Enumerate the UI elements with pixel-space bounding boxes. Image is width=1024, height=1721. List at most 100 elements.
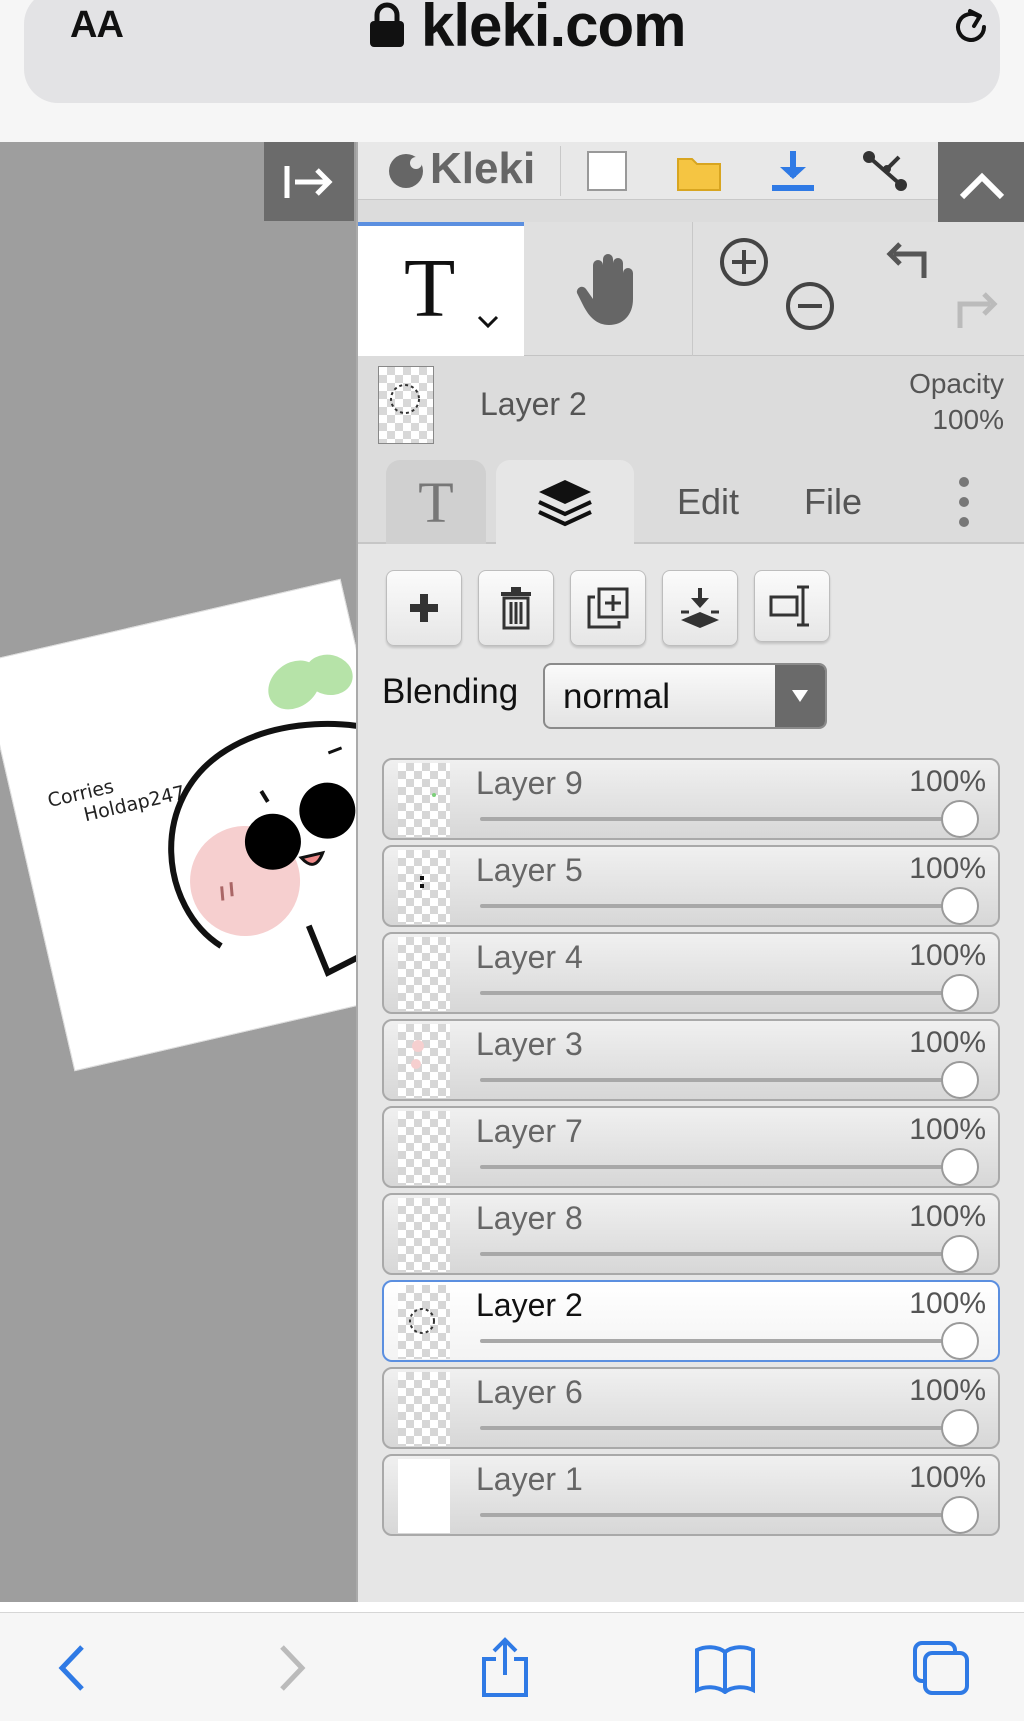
- layer-thumbnail: [398, 1459, 450, 1533]
- hand-tool-button[interactable]: [524, 222, 692, 356]
- collapse-toolbar-button[interactable]: [938, 142, 1024, 230]
- address-bar[interactable]: AA kleki.com: [24, 0, 1000, 103]
- forward-button[interactable]: [258, 1635, 328, 1701]
- layer-opacity-slider[interactable]: [480, 1078, 960, 1082]
- current-layer-thumbnail: [378, 366, 434, 444]
- layer-opacity-slider-handle[interactable]: [941, 1409, 979, 1447]
- blending-mode-value: normal: [563, 677, 670, 716]
- tabs-icon: [913, 1641, 969, 1695]
- back-button[interactable]: [36, 1635, 106, 1701]
- layer-row[interactable]: Layer 4 100%: [382, 932, 1000, 1014]
- rename-layer-button[interactable]: [754, 570, 830, 642]
- layer-thumbnail: [398, 1372, 450, 1446]
- chevron-left-icon: [58, 1645, 84, 1691]
- layer-actions: [386, 570, 830, 646]
- current-layer-opacity: Opacity 100%: [909, 366, 1004, 438]
- layer-opacity-slider-handle[interactable]: [941, 1061, 979, 1099]
- save-button[interactable]: [768, 146, 818, 196]
- redo-icon[interactable]: [952, 284, 1000, 332]
- header-divider: [560, 146, 561, 196]
- layer-preview: [390, 384, 420, 414]
- drawing-canvas[interactable]: Corries Holdap247: [0, 578, 356, 1072]
- layer-opacity-slider[interactable]: [480, 1426, 960, 1430]
- layer-opacity-slider[interactable]: [480, 817, 960, 821]
- share-button[interactable]: [860, 146, 910, 196]
- tab-tool-settings[interactable]: T: [386, 460, 486, 544]
- layer-opacity-value: 100%: [909, 1200, 986, 1233]
- undo-icon[interactable]: [884, 234, 932, 282]
- chevron-right-icon: [280, 1645, 306, 1691]
- layer-row[interactable]: Layer 7 100%: [382, 1106, 1000, 1188]
- layer-thumbnail: [398, 1111, 450, 1185]
- layer-opacity-slider[interactable]: [480, 991, 960, 995]
- layer-opacity-slider[interactable]: [480, 904, 960, 908]
- layer-opacity-slider[interactable]: [480, 1339, 960, 1343]
- layer-thumbnail: [398, 850, 450, 924]
- toggle-panel-button[interactable]: [264, 142, 354, 221]
- merge-down-button[interactable]: [662, 570, 738, 646]
- layer-row[interactable]: Layer 6 100%: [382, 1367, 1000, 1449]
- blending-mode-select[interactable]: normal: [543, 663, 827, 729]
- layer-thumbnail: [398, 1024, 450, 1098]
- reload-icon[interactable]: [948, 4, 994, 50]
- tabs-button[interactable]: [906, 1635, 976, 1701]
- layer-opacity-value: 100%: [909, 1374, 986, 1407]
- current-layer-info: Layer 2 Opacity 100%: [358, 356, 1024, 452]
- layer-row[interactable]: Layer 5 100%: [382, 845, 1000, 927]
- plus-icon: [410, 594, 438, 622]
- layer-opacity-slider-handle[interactable]: [941, 1322, 979, 1360]
- layer-opacity-slider-handle[interactable]: [941, 1148, 979, 1186]
- layer-opacity-slider[interactable]: [480, 1252, 960, 1256]
- layer-opacity-slider-handle[interactable]: [941, 1235, 979, 1273]
- kleki-logo[interactable]: Kleki: [386, 144, 535, 194]
- layer-opacity-slider[interactable]: [480, 1513, 960, 1517]
- side-panel: Kleki T Layer 2 Opacity 100% T Edit File…: [356, 142, 1024, 1602]
- book-icon: [695, 1645, 755, 1694]
- tab-file[interactable]: File: [778, 460, 888, 544]
- canvas-area[interactable]: Corries Holdap247: [0, 142, 356, 1602]
- delete-layer-button[interactable]: [478, 570, 554, 646]
- layer-opacity-slider[interactable]: [480, 1165, 960, 1169]
- layer-name: Layer 6: [476, 1374, 583, 1410]
- tab-layers[interactable]: [496, 460, 634, 544]
- browser-top-bar: AA kleki.com: [0, 0, 1024, 142]
- add-layer-button[interactable]: [386, 570, 462, 646]
- duplicate-layer-button[interactable]: [570, 570, 646, 646]
- layer-row[interactable]: Layer 2 100%: [382, 1280, 1000, 1362]
- layer-row[interactable]: Layer 1 100%: [382, 1454, 1000, 1536]
- url-display[interactable]: kleki.com: [369, 0, 686, 60]
- layer-name: Layer 3: [476, 1026, 583, 1062]
- layer-list: Layer 9 100% Layer 5 100% Layer 4 100% Layer 3…: [382, 758, 1000, 1541]
- layer-row[interactable]: Layer 8 100%: [382, 1193, 1000, 1275]
- layer-opacity-slider-handle[interactable]: [941, 974, 979, 1012]
- more-options-button[interactable]: [934, 460, 994, 544]
- text-tool-glyph: T: [404, 242, 456, 335]
- layer-name: Layer 7: [476, 1113, 583, 1149]
- kleki-logo-icon: [389, 154, 423, 188]
- layer-opacity-value: 100%: [909, 852, 986, 885]
- share-page-button[interactable]: [470, 1635, 540, 1701]
- layer-thumbnail: [398, 1285, 450, 1359]
- layer-thumbnail: [398, 937, 450, 1011]
- zoom-in-icon[interactable]: [718, 236, 770, 288]
- layer-opacity-value: 100%: [909, 1287, 986, 1320]
- layer-row[interactable]: Layer 3 100%: [382, 1019, 1000, 1101]
- layer-name: Layer 9: [476, 765, 583, 801]
- new-image-button[interactable]: [582, 146, 632, 196]
- current-layer-name: Layer 2: [480, 386, 587, 422]
- text-tool-button[interactable]: T: [358, 222, 524, 356]
- layer-opacity-slider-handle[interactable]: [941, 887, 979, 925]
- text-size-button[interactable]: AA: [70, 4, 124, 47]
- layer-opacity-slider-handle[interactable]: [941, 800, 979, 838]
- new-page-icon: [587, 151, 627, 191]
- layer-opacity-slider-handle[interactable]: [941, 1496, 979, 1534]
- zoom-out-icon[interactable]: [784, 280, 836, 332]
- vertical-dots-icon: [959, 477, 969, 527]
- rename-icon: [769, 585, 809, 627]
- layer-row[interactable]: Layer 9 100%: [382, 758, 1000, 840]
- layer-opacity-value: 100%: [909, 1026, 986, 1059]
- open-file-button[interactable]: [674, 146, 724, 196]
- bookmarks-button[interactable]: [690, 1635, 760, 1701]
- chevron-down-icon[interactable]: [476, 314, 500, 330]
- tab-edit[interactable]: Edit: [648, 460, 768, 544]
